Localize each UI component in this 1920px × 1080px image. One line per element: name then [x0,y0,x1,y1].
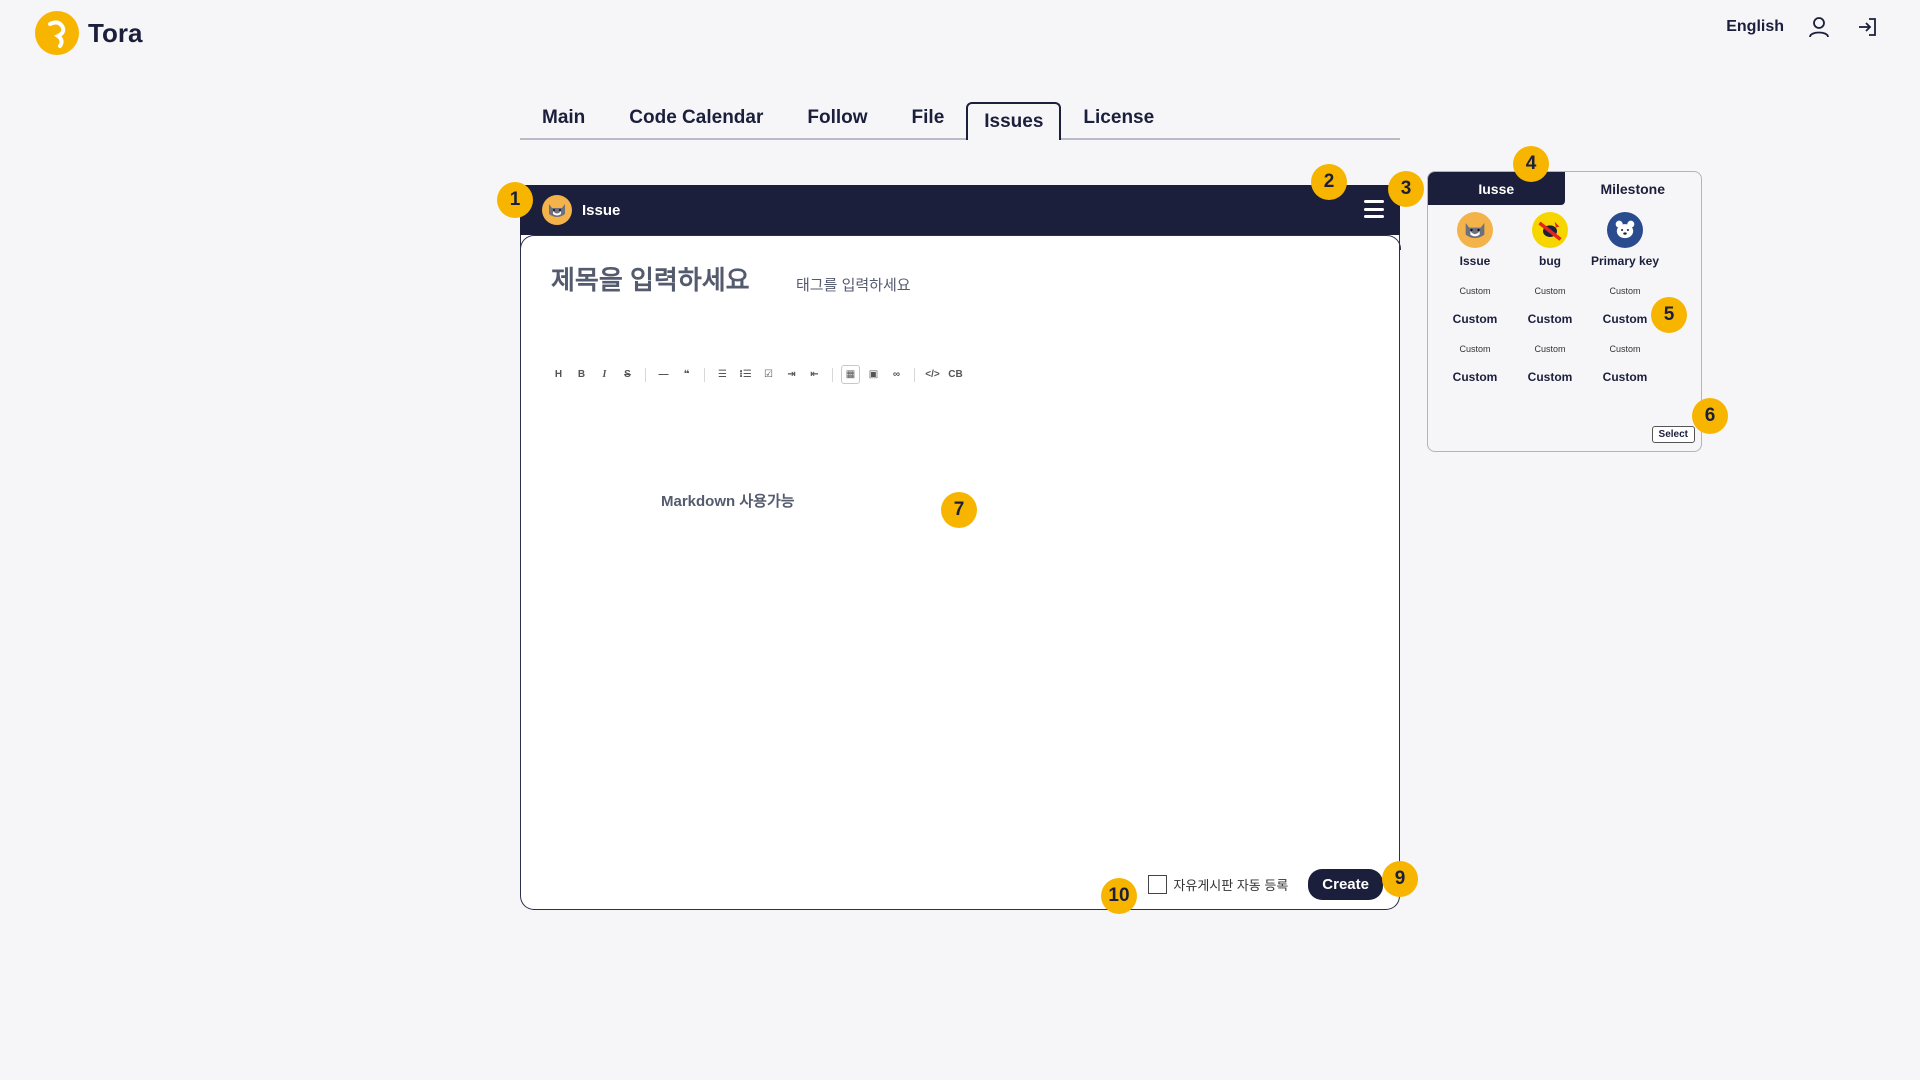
marker-7: 7 [941,492,977,528]
custom-label-icon: Custom [1609,286,1641,296]
tora-logo[interactable]: Tora [34,10,142,56]
marker-10: 10 [1101,878,1137,914]
bug-icon [1532,212,1568,248]
auto-register-checkbox[interactable] [1148,875,1168,894]
label-custom-6[interactable]: Custom Custom [1588,334,1662,384]
table-icon[interactable]: ▦ [841,365,860,384]
italic-icon[interactable]: I [595,365,614,384]
editor-header: Issue [520,185,1400,235]
cat-avatar-icon [542,195,572,225]
horizontal-rule-icon[interactable]: — [654,365,673,384]
code-icon[interactable]: </> [923,365,942,384]
outdent-icon[interactable]: ⇤ [805,365,824,384]
label-issue[interactable]: Issue [1438,212,1512,268]
user-icon[interactable] [1806,14,1832,40]
heading-icon[interactable]: H [549,365,568,384]
label-custom-2[interactable]: Custom Custom [1513,276,1587,326]
tag-input[interactable] [796,277,976,294]
markdown-toolbar: H B I S — ❝ ☰ ⁝☰ ☑ ⇥ ⇤ ▦ ▣ ∞ </> CB [549,365,965,384]
create-button[interactable]: Create [1308,869,1383,900]
label-bug[interactable]: bug [1513,212,1587,268]
marker-2: 2 [1311,164,1347,200]
marker-3: 3 [1388,171,1424,207]
label-custom-5[interactable]: Custom Custom [1513,334,1587,384]
marker-9: 9 [1382,861,1418,897]
label-primary-key[interactable]: Primary key [1588,212,1662,268]
bear-icon [1607,212,1643,248]
editor-body: H B I S — ❝ ☰ ⁝☰ ☑ ⇥ ⇤ ▦ ▣ ∞ </> CB Mark… [519,235,1401,910]
custom-label-icon: Custom [1609,344,1641,354]
marker-1: 1 [497,182,533,218]
label-grid: Issue bug Primary key Custom Custom Cust… [1438,212,1678,384]
marker-4: 4 [1513,146,1549,182]
numbered-list-icon[interactable]: ⁝☰ [736,365,755,384]
markdown-hint: Markdown 사용가능 [661,493,795,510]
custom-label-icon: Custom [1459,344,1491,354]
strikethrough-icon[interactable]: S [618,365,637,384]
tab-code-calendar[interactable]: Code Calendar [607,102,785,138]
select-button[interactable]: Select [1651,426,1695,443]
label-custom-4[interactable]: Custom Custom [1438,334,1512,384]
link-icon[interactable]: ∞ [887,365,906,384]
tab-main[interactable]: Main [520,102,607,138]
bold-icon[interactable]: B [572,365,591,384]
codeblock-icon[interactable]: CB [946,365,965,384]
tab-follow[interactable]: Follow [785,102,889,138]
custom-label-icon: Custom [1534,344,1566,354]
custom-label-icon: Custom [1459,286,1491,296]
logo-icon [34,10,80,56]
custom-label-icon: Custom [1534,286,1566,296]
quote-icon[interactable]: ❝ [677,365,696,384]
tab-license[interactable]: License [1061,102,1176,138]
repo-tabs: Main Code Calendar Follow File Issues Li… [520,102,1400,140]
language-selector[interactable]: English [1726,18,1784,36]
image-icon[interactable]: ▣ [864,365,883,384]
bullet-list-icon[interactable]: ☰ [713,365,732,384]
marker-5: 5 [1651,297,1687,333]
cat-avatar-icon [1457,212,1493,248]
tab-issues[interactable]: Issues [966,102,1062,140]
indent-icon[interactable]: ⇥ [782,365,801,384]
tab-issue-labels[interactable]: Iusse [1428,172,1565,205]
tab-milestone[interactable]: Milestone [1565,172,1702,205]
app-name: Tora [88,17,143,48]
menu-icon[interactable] [1364,200,1384,218]
tab-file[interactable]: File [890,102,967,138]
marker-6: 6 [1692,398,1728,434]
title-input[interactable] [551,265,771,296]
login-icon[interactable] [1854,14,1880,40]
editor-title: Issue [582,201,621,219]
label-custom-1[interactable]: Custom Custom [1438,276,1512,326]
task-list-icon[interactable]: ☑ [759,365,778,384]
auto-register-label: 자유게시판 자동 등록 [1173,878,1289,893]
issue-editor-card: Issue H B I S — ❝ ☰ ⁝☰ ☑ ⇥ ⇤ ▦ ▣ ∞ </> C… [519,185,1401,910]
